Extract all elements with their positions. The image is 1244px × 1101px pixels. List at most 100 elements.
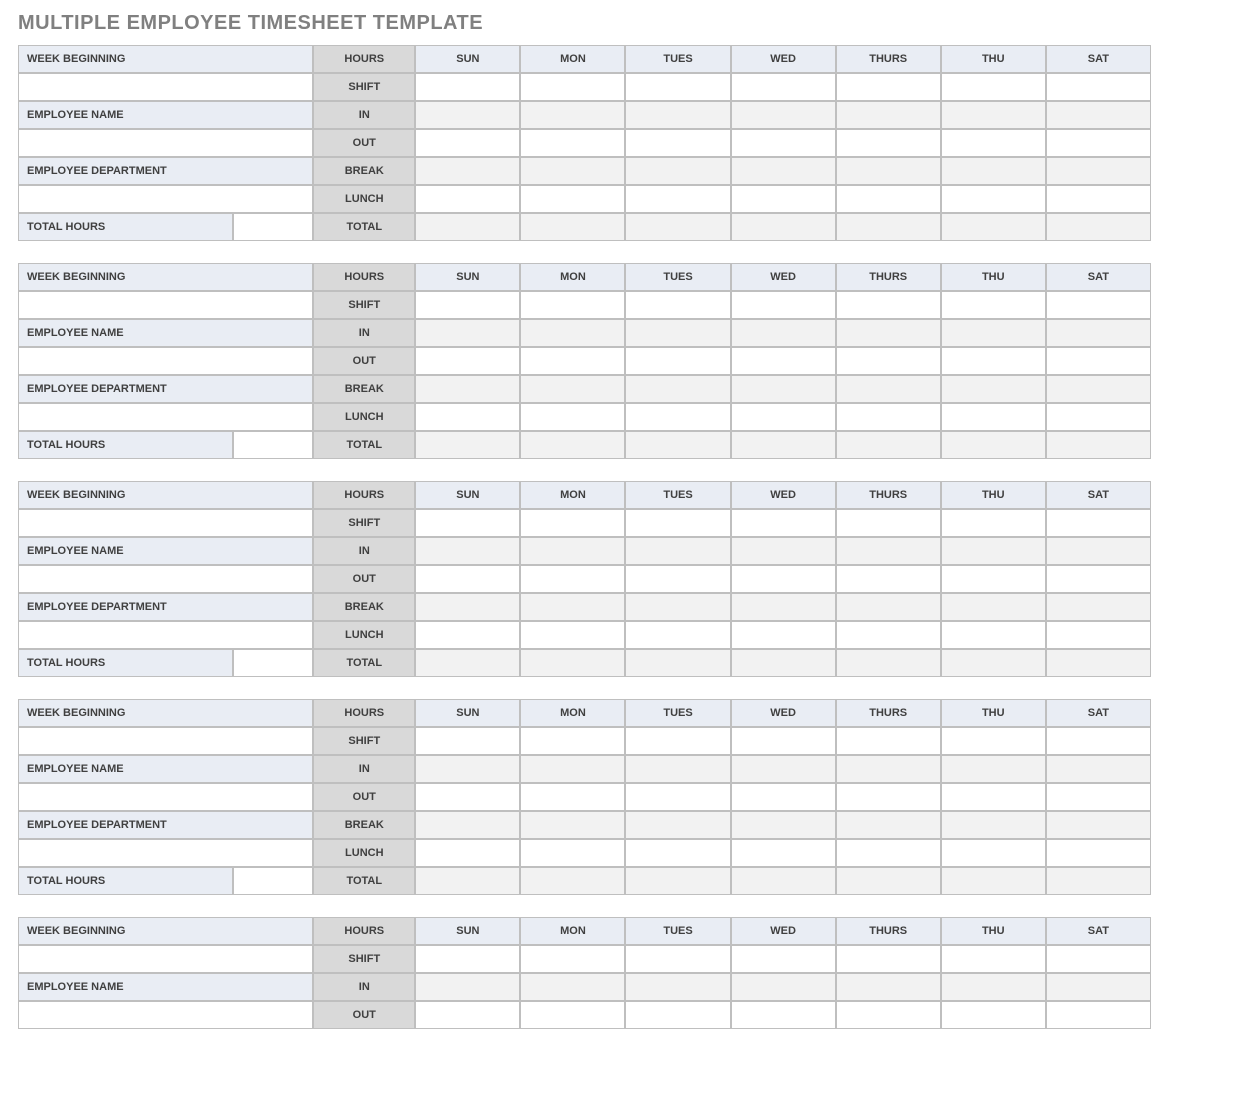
cell-shift-sun[interactable] [415, 509, 520, 537]
cell-total-sat[interactable] [1046, 431, 1151, 459]
cell-out-mon[interactable] [520, 129, 625, 157]
cell-total-tues[interactable] [625, 649, 730, 677]
cell-shift-sat[interactable] [1046, 73, 1151, 101]
cell-total-thu[interactable] [941, 431, 1046, 459]
cell-in-mon[interactable] [520, 755, 625, 783]
cell-total-mon[interactable] [520, 649, 625, 677]
cell-total-thu[interactable] [941, 649, 1046, 677]
cell-break-mon[interactable] [520, 157, 625, 185]
cell-lunch-sun[interactable] [415, 621, 520, 649]
cell-in-wed[interactable] [731, 755, 836, 783]
cell-out-mon[interactable] [520, 347, 625, 375]
cell-total-thurs[interactable] [836, 649, 941, 677]
cell-out-wed[interactable] [731, 347, 836, 375]
cell-break-thu[interactable] [941, 593, 1046, 621]
cell-lunch-thu[interactable] [941, 621, 1046, 649]
cell-break-sun[interactable] [415, 593, 520, 621]
cell-break-sat[interactable] [1046, 811, 1151, 839]
cell-total-sat[interactable] [1046, 867, 1151, 895]
cell-shift-sun[interactable] [415, 945, 520, 973]
cell-in-sat[interactable] [1046, 755, 1151, 783]
week_beginning-value[interactable] [18, 291, 313, 319]
cell-break-thu[interactable] [941, 811, 1046, 839]
cell-out-thu[interactable] [941, 1001, 1046, 1029]
cell-in-sun[interactable] [415, 973, 520, 1001]
cell-shift-tues[interactable] [625, 945, 730, 973]
cell-out-thu[interactable] [941, 783, 1046, 811]
cell-out-sat[interactable] [1046, 783, 1151, 811]
week_beginning-value[interactable] [18, 727, 313, 755]
cell-total-sun[interactable] [415, 649, 520, 677]
cell-lunch-tues[interactable] [625, 403, 730, 431]
employee_name-value[interactable] [18, 783, 313, 811]
cell-lunch-thurs[interactable] [836, 621, 941, 649]
cell-out-sat[interactable] [1046, 1001, 1151, 1029]
cell-lunch-wed[interactable] [731, 839, 836, 867]
cell-out-tues[interactable] [625, 129, 730, 157]
cell-shift-mon[interactable] [520, 727, 625, 755]
cell-in-sat[interactable] [1046, 101, 1151, 129]
cell-lunch-mon[interactable] [520, 185, 625, 213]
cell-lunch-mon[interactable] [520, 839, 625, 867]
cell-out-thurs[interactable] [836, 1001, 941, 1029]
cell-in-tues[interactable] [625, 537, 730, 565]
cell-lunch-tues[interactable] [625, 839, 730, 867]
cell-in-thurs[interactable] [836, 973, 941, 1001]
cell-shift-mon[interactable] [520, 509, 625, 537]
cell-shift-thu[interactable] [941, 291, 1046, 319]
cell-out-sun[interactable] [415, 565, 520, 593]
cell-total-thurs[interactable] [836, 867, 941, 895]
cell-break-tues[interactable] [625, 593, 730, 621]
cell-total-wed[interactable] [731, 431, 836, 459]
cell-in-thu[interactable] [941, 101, 1046, 129]
cell-total-tues[interactable] [625, 431, 730, 459]
cell-shift-thurs[interactable] [836, 727, 941, 755]
cell-break-sun[interactable] [415, 375, 520, 403]
employee_department-value[interactable] [18, 403, 313, 431]
cell-break-wed[interactable] [731, 593, 836, 621]
cell-total-sat[interactable] [1046, 649, 1151, 677]
cell-out-sun[interactable] [415, 347, 520, 375]
cell-shift-thu[interactable] [941, 509, 1046, 537]
cell-lunch-thurs[interactable] [836, 185, 941, 213]
cell-out-tues[interactable] [625, 1001, 730, 1029]
cell-lunch-sat[interactable] [1046, 403, 1151, 431]
cell-out-wed[interactable] [731, 783, 836, 811]
cell-lunch-thurs[interactable] [836, 403, 941, 431]
cell-break-thurs[interactable] [836, 157, 941, 185]
cell-lunch-tues[interactable] [625, 185, 730, 213]
cell-shift-thu[interactable] [941, 73, 1046, 101]
cell-out-thu[interactable] [941, 347, 1046, 375]
cell-out-thu[interactable] [941, 129, 1046, 157]
cell-total-sun[interactable] [415, 213, 520, 241]
cell-shift-tues[interactable] [625, 291, 730, 319]
cell-in-thurs[interactable] [836, 101, 941, 129]
cell-lunch-sat[interactable] [1046, 185, 1151, 213]
cell-lunch-sat[interactable] [1046, 621, 1151, 649]
employee_department-value[interactable] [18, 621, 313, 649]
employee_department-value[interactable] [18, 839, 313, 867]
cell-out-thurs[interactable] [836, 347, 941, 375]
cell-shift-sat[interactable] [1046, 509, 1151, 537]
cell-total-sun[interactable] [415, 867, 520, 895]
cell-total-thu[interactable] [941, 867, 1046, 895]
cell-out-thurs[interactable] [836, 129, 941, 157]
cell-break-thurs[interactable] [836, 375, 941, 403]
cell-break-mon[interactable] [520, 375, 625, 403]
cell-in-tues[interactable] [625, 101, 730, 129]
cell-total-sat[interactable] [1046, 213, 1151, 241]
cell-lunch-sun[interactable] [415, 185, 520, 213]
cell-shift-sun[interactable] [415, 73, 520, 101]
cell-in-sat[interactable] [1046, 973, 1151, 1001]
cell-out-sat[interactable] [1046, 347, 1151, 375]
cell-break-tues[interactable] [625, 157, 730, 185]
cell-out-wed[interactable] [731, 1001, 836, 1029]
cell-break-mon[interactable] [520, 811, 625, 839]
cell-in-sun[interactable] [415, 755, 520, 783]
cell-break-wed[interactable] [731, 375, 836, 403]
employee_department-value[interactable] [18, 185, 313, 213]
employee_name-value[interactable] [18, 565, 313, 593]
cell-shift-sun[interactable] [415, 727, 520, 755]
cell-lunch-sat[interactable] [1046, 839, 1151, 867]
cell-in-wed[interactable] [731, 973, 836, 1001]
